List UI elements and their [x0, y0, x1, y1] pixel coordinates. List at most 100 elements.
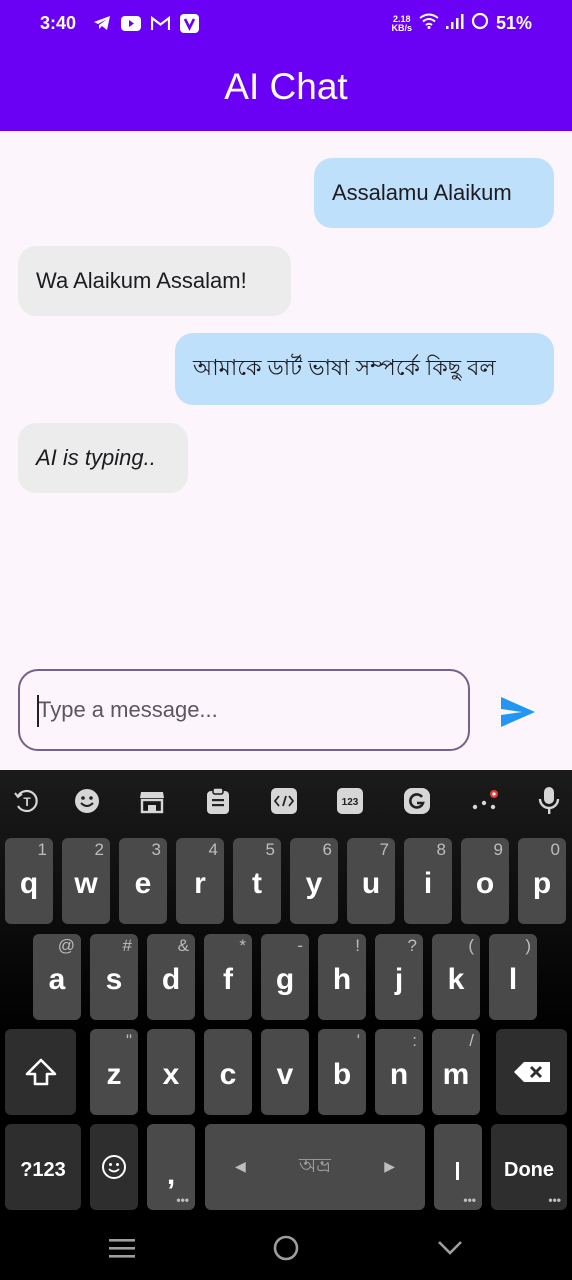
- key-w[interactable]: 2w: [62, 838, 110, 924]
- key-f[interactable]: * f: [204, 934, 252, 1020]
- message-bubble-user: Assalamu Alaikum: [314, 158, 554, 228]
- notification-icons: [92, 13, 199, 33]
- message-bubble-ai: Wa Alaikum Assalam!: [18, 246, 291, 316]
- text-edit-icon[interactable]: [269, 786, 299, 816]
- key-d[interactable]: & d: [147, 934, 195, 1020]
- key-q[interactable]: 1q: [5, 838, 53, 924]
- space-key[interactable]: ◀ অভ্র ▶: [205, 1124, 425, 1210]
- message-bubble-user: আমাকে ডার্ট ভাষা সম্পর্কে কিছু বল: [175, 333, 554, 405]
- key-h[interactable]: ! h: [318, 934, 366, 1020]
- emoji-key-icon: [102, 1155, 126, 1179]
- key-e[interactable]: 3e: [119, 838, 167, 924]
- key-s[interactable]: # s: [90, 934, 138, 1020]
- store-icon[interactable]: [137, 786, 167, 816]
- key-label: x: [162, 1058, 180, 1091]
- app-bar: 3:40 2.18 KB/s 51% AI Chat: [0, 0, 572, 131]
- key-t[interactable]: 5t: [233, 838, 281, 924]
- key-z[interactable]: " z: [90, 1029, 138, 1115]
- status-right: 2.18 KB/s 51%: [391, 12, 532, 35]
- numpad-icon[interactable]: 123: [335, 786, 365, 816]
- key-r[interactable]: 4r: [176, 838, 224, 924]
- key-label: a: [48, 963, 66, 996]
- chevron-down-icon: [438, 1241, 462, 1255]
- cursor-left-icon: ◀: [235, 1158, 246, 1174]
- key-g[interactable]: -g: [261, 934, 309, 1020]
- key-i[interactable]: 8i: [404, 838, 452, 924]
- message-text: Wa Alaikum Assalam!: [36, 268, 247, 293]
- key-o[interactable]: 9o: [461, 838, 509, 924]
- key-hint: ?: [407, 936, 417, 955]
- key-label: q: [19, 867, 39, 900]
- key-n[interactable]: :n: [375, 1029, 423, 1115]
- system-nav-bar: [0, 1216, 572, 1280]
- message-text: আমাকে ডার্ট ভাষা সম্পর্কে কিছু বল: [193, 354, 496, 380]
- clipboard-icon[interactable]: [203, 786, 233, 816]
- key-y[interactable]: 6y: [290, 838, 338, 924]
- comma-key[interactable]: , •••: [147, 1124, 195, 1210]
- key-label: m: [442, 1058, 470, 1091]
- key-hint: !: [355, 936, 360, 955]
- key-label: n: [389, 1058, 409, 1091]
- key-a[interactable]: @ a: [33, 934, 81, 1020]
- backspace-key[interactable]: [496, 1029, 567, 1115]
- emoji-icon[interactable]: [72, 786, 102, 816]
- recents-button[interactable]: [102, 1232, 142, 1264]
- key-l[interactable]: ) l: [489, 934, 537, 1020]
- key-label: j: [394, 963, 404, 996]
- gmail-icon: [150, 13, 170, 33]
- shift-key[interactable]: [5, 1029, 76, 1115]
- key-label: b: [332, 1058, 352, 1091]
- grammarly-icon[interactable]: [402, 786, 432, 816]
- cursor-right-icon: ▶: [384, 1158, 395, 1174]
- key-u[interactable]: 7u: [347, 838, 395, 924]
- key-label: k: [447, 963, 465, 996]
- key-p[interactable]: 0p: [518, 838, 566, 924]
- key-hint: 6: [322, 840, 332, 859]
- key-hint: #: [122, 936, 132, 955]
- key-label: l: [508, 963, 518, 996]
- more-icon[interactable]: [470, 786, 500, 816]
- translate-icon[interactable]: T: [12, 786, 42, 816]
- key-k[interactable]: (k: [432, 934, 480, 1020]
- key-hint: 3: [151, 840, 161, 859]
- wifi-icon: [419, 13, 439, 34]
- more-dots: •••: [176, 1193, 189, 1207]
- message-input[interactable]: [36, 693, 446, 727]
- back-button[interactable]: [430, 1232, 470, 1264]
- key-x[interactable]: x: [147, 1029, 195, 1115]
- shift-icon: [25, 1058, 56, 1086]
- emoji-key[interactable]: [90, 1124, 138, 1210]
- net-speed: 2.18 KB/s: [391, 13, 412, 33]
- key-label: i: [423, 867, 433, 900]
- key-hint: :: [412, 1031, 417, 1050]
- key-j[interactable]: ? j: [375, 934, 423, 1020]
- microphone-icon[interactable]: [534, 786, 564, 816]
- key-hint: 0: [550, 840, 560, 859]
- period-key[interactable]: •••: [434, 1124, 482, 1210]
- key-hint: ": [125, 1031, 132, 1050]
- svg-text:T: T: [23, 795, 31, 809]
- more-dots: •••: [548, 1193, 561, 1207]
- key-label: r: [194, 867, 206, 900]
- key-m[interactable]: / m: [432, 1029, 480, 1115]
- key-label: f: [223, 963, 233, 996]
- key-hint: 8: [436, 840, 446, 859]
- signal-icon: [445, 13, 464, 34]
- home-button[interactable]: [266, 1232, 306, 1264]
- key-label: e: [134, 867, 152, 900]
- key-label: t: [252, 867, 262, 900]
- keyboard-toolbar: T 123: [0, 770, 572, 832]
- battery-saver-icon: [471, 12, 489, 35]
- key-b[interactable]: ' b: [318, 1029, 366, 1115]
- key-hint: 2: [94, 840, 104, 859]
- symbols-key[interactable]: ?123: [5, 1124, 81, 1210]
- status-bar: 3:40 2.18 KB/s 51%: [0, 0, 572, 48]
- telegram-icon: [92, 13, 112, 33]
- message-input-box[interactable]: [18, 669, 470, 751]
- key-hint: @: [57, 936, 75, 955]
- send-button[interactable]: [498, 694, 538, 730]
- key-c[interactable]: c: [204, 1029, 252, 1115]
- key-v[interactable]: v: [261, 1029, 309, 1115]
- done-key[interactable]: Done •••: [491, 1124, 567, 1210]
- key-hint: 9: [493, 840, 503, 859]
